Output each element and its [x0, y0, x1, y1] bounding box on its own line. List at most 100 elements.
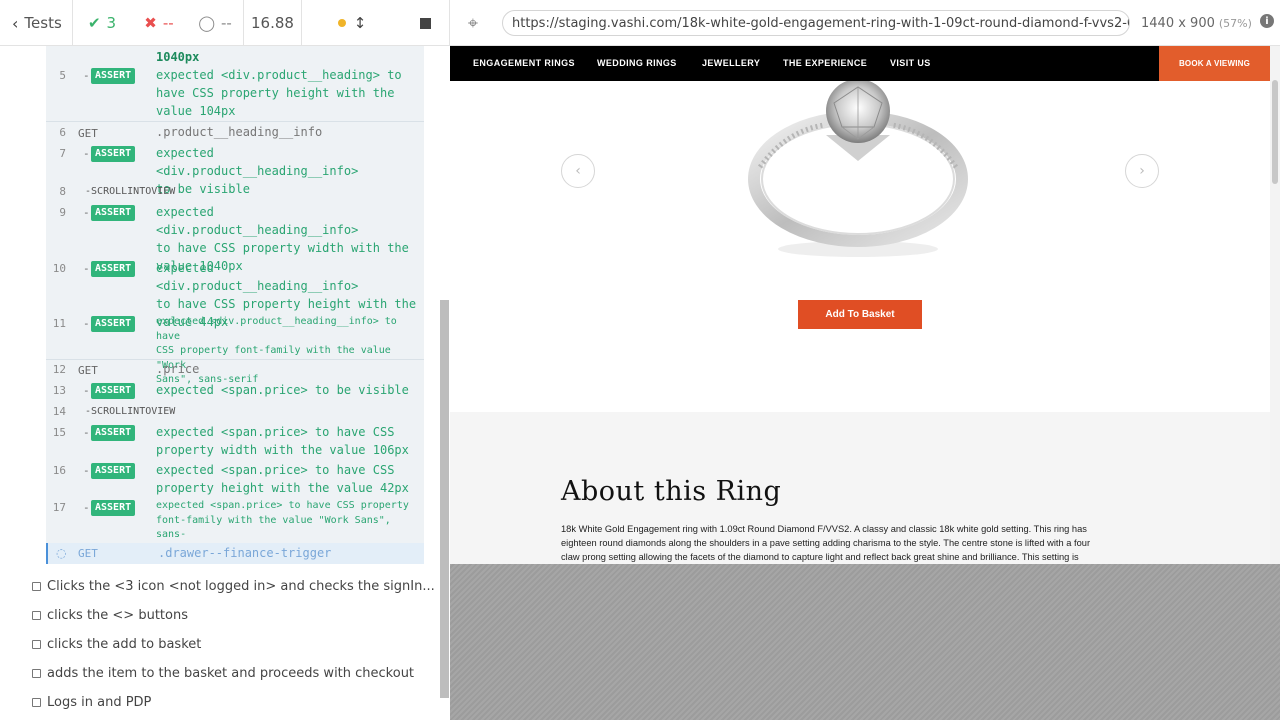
assert-badge: ASSERT	[91, 261, 136, 277]
command-number: 8	[59, 185, 66, 198]
crosshair-icon: ⌖	[467, 12, 479, 34]
command-message: expected <span.price> to have CSS proper…	[156, 463, 409, 495]
command-number: 16	[52, 464, 66, 477]
command-message: .price	[156, 362, 200, 376]
command-row[interactable]: 8 -SCROLLINTOVIEW	[46, 183, 424, 201]
command-row[interactable]: 15 - ASSERT expected <span.price> to hav…	[46, 423, 424, 459]
auto-scroll-toggle[interactable]: ↕	[302, 0, 402, 46]
command-number: 11	[52, 317, 66, 330]
about-description: 18k White Gold Engagement ring with 1.09…	[561, 524, 1091, 562]
nav-engagement-rings[interactable]: ENGAGEMENT RINGS	[473, 58, 575, 68]
runner-toolbar: ‹ Tests ✔ 3 ✖ -- ◯ -- 16.88 ↕ ⌖ https://…	[0, 0, 1280, 46]
command-message: expected <span.price> to have CSS proper…	[156, 425, 409, 457]
ring-image	[748, 81, 968, 257]
add-to-basket-button[interactable]: Add To Basket	[798, 300, 922, 329]
command-row[interactable]: 17 - ASSERT expected <span.price> to hav…	[46, 499, 424, 555]
tests-back-button[interactable]: ‹ Tests	[0, 0, 73, 46]
assert-badge: ASSERT	[91, 463, 136, 479]
info-icon[interactable]: i	[1260, 14, 1274, 28]
nav-wedding-rings[interactable]: WEDDING RINGS	[597, 58, 677, 68]
command-dash: -	[83, 147, 90, 160]
passed-value: 3	[106, 14, 117, 32]
assert-badge: ASSERT	[91, 500, 136, 516]
nav-visit-us[interactable]: VISIT US	[890, 58, 931, 68]
x-icon: ✖	[144, 14, 157, 32]
failed-value: --	[162, 14, 174, 32]
test-item[interactable]: Clicks the <3 icon <not logged in> and c…	[32, 579, 435, 594]
viewport-size[interactable]: 1440 x 900 (57%)	[1141, 0, 1252, 46]
command-dash: -	[83, 206, 90, 219]
command-row-pending[interactable]: ◌ GET .drawer--finance-trigger	[46, 543, 424, 564]
command-dash: -	[83, 426, 90, 439]
url-bar[interactable]: https://staging.vashi.com/18k-white-gold…	[502, 10, 1130, 36]
carousel-next-button[interactable]: ›	[1125, 154, 1159, 188]
command-row[interactable]: 16 - ASSERT expected <span.price> to hav…	[46, 461, 424, 497]
command-name: -SCROLLINTOVIEW	[85, 406, 176, 417]
command-name: GET	[78, 547, 98, 560]
scroll-arrows-icon: ↕	[353, 14, 367, 32]
command-message: expected <div.product__heading> to have …	[156, 68, 402, 118]
selector-playground-button[interactable]: ⌖	[450, 0, 496, 46]
command-row[interactable]: 6 GET .product__heading__info	[46, 124, 424, 142]
command-dash: -	[83, 501, 90, 514]
app-iframe: ENGAGEMENT RINGS WEDDING RINGS JEWELLERY…	[450, 46, 1270, 564]
check-icon: ✔	[87, 14, 101, 32]
test-item[interactable]: clicks the add to basket	[32, 637, 201, 652]
nav-the-experience[interactable]: THE EXPERIENCE	[783, 58, 867, 68]
command-number: 6	[59, 126, 66, 139]
pending-circle-icon: ◯	[198, 14, 215, 32]
viewport-scale: (57%)	[1218, 16, 1252, 30]
test-status-icon	[32, 669, 41, 678]
command-log-panel: 1040px 5 - ASSERT expected <div.product_…	[0, 46, 450, 720]
book-viewing-button[interactable]: BOOK A VIEWING	[1159, 46, 1270, 81]
app-scrollbar[interactable]	[1270, 46, 1280, 564]
command-message: .drawer--finance-trigger	[158, 546, 332, 560]
command-row[interactable]: 7 - ASSERT expected <div.product__headin…	[46, 144, 424, 196]
command-name: -SCROLLINTOVIEW	[85, 186, 176, 197]
command-number: 5	[59, 69, 66, 82]
app-preview: ENGAGEMENT RINGS WEDDING RINGS JEWELLERY…	[450, 46, 1280, 720]
command-row[interactable]: 9 - ASSERT expected <div.product__headin…	[46, 203, 424, 273]
command-name: GET	[78, 364, 98, 377]
stop-icon	[420, 17, 431, 29]
test-item[interactable]: Logs in and PDP	[32, 695, 151, 710]
running-indicator-icon	[337, 19, 346, 27]
assert-badge: ASSERT	[91, 146, 136, 162]
pending-count: ◯ --	[187, 0, 244, 46]
command-row[interactable]: 11 - ASSERT expected <div.product__headi…	[46, 315, 424, 385]
command-log: 1040px 5 - ASSERT expected <div.product_…	[46, 46, 424, 564]
passed-count: ✔ 3	[73, 0, 131, 46]
assert-badge: ASSERT	[91, 68, 136, 84]
command-row[interactable]: 13 - ASSERT expected <span.price> to be …	[46, 381, 424, 399]
about-title: About this Ring	[561, 476, 782, 507]
command-number: 13	[52, 384, 66, 397]
spinner-icon: ◌	[56, 546, 67, 560]
viewport-dimensions: 1440 x 900	[1141, 15, 1215, 31]
command-row[interactable]: 12 GET .price	[46, 361, 424, 379]
test-status-icon	[32, 698, 41, 707]
command-row[interactable]: 14 -SCROLLINTOVIEW	[46, 403, 424, 421]
test-item[interactable]: adds the item to the basket and proceeds…	[32, 666, 414, 681]
assert-badge: ASSERT	[91, 425, 136, 441]
stop-button[interactable]	[402, 0, 450, 46]
duration: 16.88	[244, 0, 302, 46]
reporter-scrollbar[interactable]	[440, 300, 449, 698]
nav-jewellery[interactable]: JEWELLERY	[702, 58, 760, 68]
assert-badge: ASSERT	[91, 205, 136, 221]
test-status-icon	[32, 640, 41, 649]
test-title: clicks the add to basket	[47, 637, 202, 652]
test-status-icon	[32, 611, 41, 620]
command-number: 15	[52, 426, 66, 439]
chevron-left-icon: ‹	[12, 13, 19, 33]
test-item[interactable]: clicks the <> buttons	[32, 608, 188, 623]
tests-label: Tests	[24, 14, 62, 32]
scrollbar-thumb[interactable]	[1272, 80, 1278, 184]
command-row[interactable]: 10 - ASSERT expected <div.product__headi…	[46, 259, 424, 329]
test-title: adds the item to the basket and proceeds…	[47, 666, 415, 681]
chevron-right-icon: ›	[1139, 163, 1145, 179]
command-name: GET	[78, 127, 98, 140]
carousel-prev-button[interactable]: ‹	[561, 154, 595, 188]
about-section: About this Ring 18k White Gold Engagemen…	[450, 412, 1270, 564]
command-message: 1040px	[156, 50, 200, 64]
command-row[interactable]: 5 - ASSERT expected <div.product__headin…	[46, 66, 424, 120]
